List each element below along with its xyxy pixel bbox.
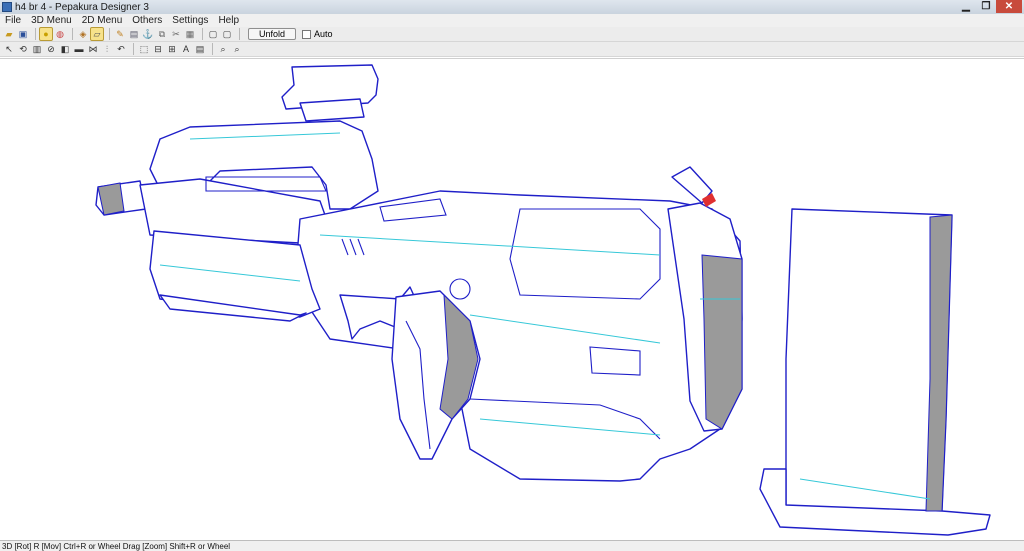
window-icon[interactable]: ▢ xyxy=(207,28,219,40)
restore-icon[interactable]: ❐ xyxy=(976,0,996,13)
model-canvas[interactable] xyxy=(0,59,1024,541)
cube-icon[interactable]: ◈ xyxy=(77,28,89,40)
auto-label: Auto xyxy=(314,29,333,39)
align-icon[interactable]: ⊟ xyxy=(152,43,164,55)
app-icon xyxy=(2,2,12,12)
flap-icon[interactable]: ◧ xyxy=(59,43,71,55)
scope-mount xyxy=(299,98,365,122)
menu-bar: File 3D Menu 2D Menu Others Settings Hel… xyxy=(0,14,1024,27)
menu-file[interactable]: File xyxy=(0,15,26,26)
join-icon[interactable]: ⋈ xyxy=(87,43,99,55)
toolbar-separator xyxy=(72,28,73,40)
scissors-icon[interactable]: ✂ xyxy=(170,28,182,40)
toolbar-separator xyxy=(35,28,36,40)
edit-toolbar: ↖ ⟲ ▥ ⊘ ◧ ▬ ⋈ ⫶ ↶ ⬚ ⊟ ⊞ A ▤ ⌕ ⌕ xyxy=(0,42,1024,57)
open-folder-icon[interactable]: ▰ xyxy=(3,28,15,40)
toolbar-separator xyxy=(202,28,203,40)
window-controls: ▁ ❐ ✕ xyxy=(956,0,1022,13)
toolbar-separator xyxy=(239,28,240,40)
toolbar-separator xyxy=(109,28,110,40)
undo-icon[interactable]: ↶ xyxy=(115,43,127,55)
toolbar-separator xyxy=(133,43,134,55)
status-bar: 3D [Rot] R [Mov] Ctrl+R or Wheel Drag [Z… xyxy=(0,540,1024,551)
image-icon[interactable]: ▥ xyxy=(31,43,43,55)
window-icon[interactable]: ▢ xyxy=(221,28,233,40)
split-icon[interactable]: ⫶ xyxy=(101,43,113,55)
rect-icon[interactable]: ▬ xyxy=(73,43,85,55)
grid-icon[interactable]: ▦ xyxy=(184,28,196,40)
3d-viewport[interactable] xyxy=(0,58,1024,540)
layout-icon[interactable]: ▤ xyxy=(194,43,206,55)
texture-icon[interactable]: ◍ xyxy=(54,28,66,40)
ruler-icon[interactable]: ⊞ xyxy=(166,43,178,55)
anchor-icon[interactable]: ⚓ xyxy=(142,28,154,40)
zoom-icon[interactable]: ⌕ xyxy=(217,43,229,55)
stock-shade xyxy=(701,254,743,430)
status-text: 3D [Rot] R [Mov] Ctrl+R or Wheel Drag [Z… xyxy=(2,541,231,551)
minimize-icon[interactable]: ▁ xyxy=(956,0,976,13)
select-icon[interactable]: ▱ xyxy=(90,27,104,41)
menu-others[interactable]: Others xyxy=(127,15,167,26)
window-title: h4 br 4 - Pepakura Designer 3 xyxy=(15,1,149,13)
move-icon[interactable]: ↖ xyxy=(3,43,15,55)
menu-help[interactable]: Help xyxy=(213,15,244,26)
pencil-icon[interactable]: ✎ xyxy=(114,28,126,40)
magazine-shade xyxy=(925,214,953,512)
zoom-out-icon[interactable]: ⌕ xyxy=(231,43,243,55)
close-icon[interactable]: ✕ xyxy=(996,0,1022,13)
auto-option[interactable]: Auto xyxy=(302,29,333,39)
edge-icon[interactable]: ⊘ xyxy=(45,43,57,55)
auto-checkbox[interactable] xyxy=(302,29,311,39)
box-icon[interactable]: ▤ xyxy=(128,28,140,40)
unfold-button[interactable]: Unfold xyxy=(248,28,296,40)
rotate-icon[interactable]: ⟲ xyxy=(17,43,29,55)
main-toolbar: ▰ ▣ ● ◍ ◈ ▱ ✎ ▤ ⚓ ⧉ ✂ ▦ ▢ ▢ Unfold Auto xyxy=(0,27,1024,42)
menu-settings[interactable]: Settings xyxy=(167,15,213,26)
title-bar: h4 br 4 - Pepakura Designer 3 ▁ ❐ ✕ xyxy=(0,0,1024,14)
save-icon[interactable]: ▣ xyxy=(17,28,29,40)
toolbar-separator xyxy=(212,43,213,55)
copy-icon[interactable]: ⧉ xyxy=(156,28,168,40)
text-icon[interactable]: A xyxy=(180,43,192,55)
bulb-icon[interactable]: ● xyxy=(39,27,53,41)
menu-2d[interactable]: 2D Menu xyxy=(77,15,128,26)
group-icon[interactable]: ⬚ xyxy=(138,43,150,55)
menu-3d[interactable]: 3D Menu xyxy=(26,15,77,26)
